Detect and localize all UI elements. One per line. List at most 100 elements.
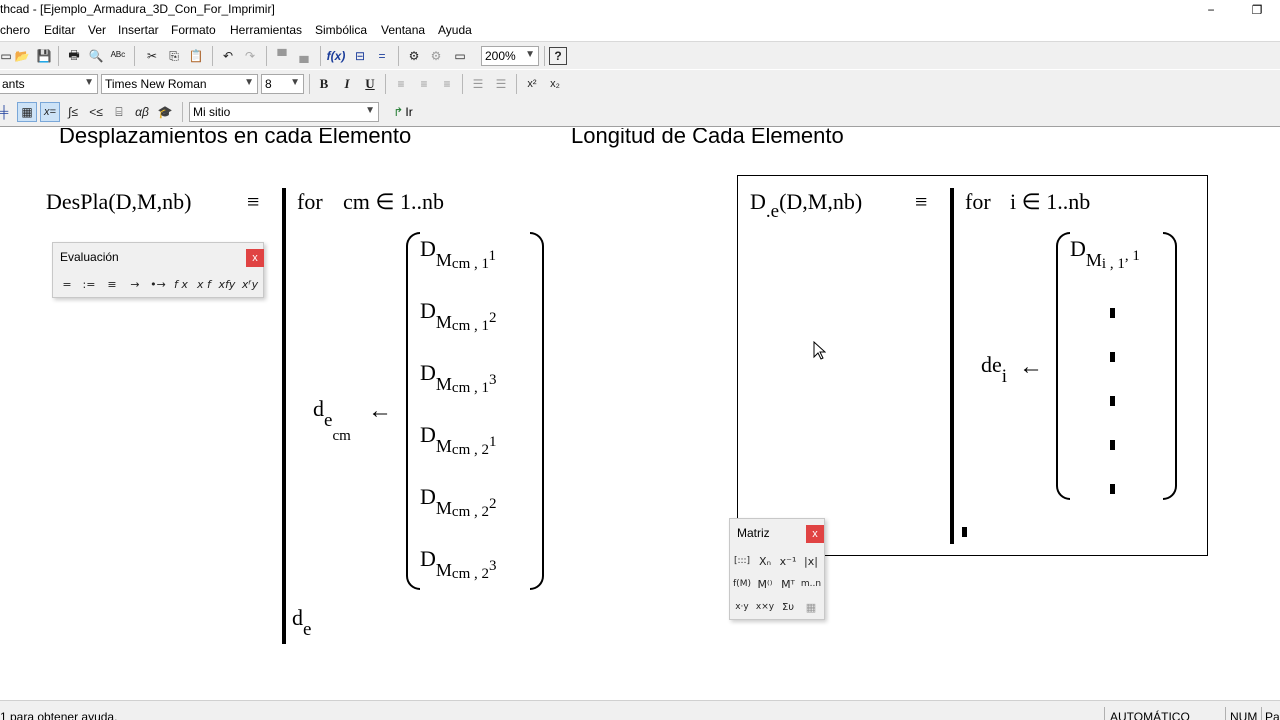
italic-button[interactable]: I [337,74,357,94]
toolbar-separator [516,74,517,94]
component-wizard-icon[interactable]: ⚙ [426,46,446,66]
matrix-vector-sum-button[interactable]: Συ [778,598,798,616]
matrix-right-paren [1163,232,1177,500]
formatting-toolbar: ants ▼ Times New Roman ▼ 8 ▼ B I U ≡ ≡ ≡… [0,70,1280,98]
go-button[interactable]: ↱ Ir [388,102,418,122]
evaluation-palette-title: Evaluación [60,250,119,264]
menu-formato[interactable]: Formato [171,23,216,37]
align-right-icon[interactable]: ≡ [437,74,457,94]
chevron-down-icon: ▼ [365,105,375,116]
matrix-placeholder[interactable] [1110,352,1115,362]
open-folder-icon[interactable]: 📂 [12,46,32,66]
underline-button[interactable]: U [360,74,380,94]
superscript-button[interactable]: x² [522,74,542,94]
maximize-button[interactable]: ❐ [1234,0,1280,20]
eval-symbolic-button[interactable]: → [125,275,145,293]
symbolic-palette-icon[interactable]: 🎓 [155,102,175,122]
numbered-list-icon[interactable]: ☰ [491,74,511,94]
eval-global-define-button[interactable]: ≡ [102,275,122,293]
eval-prefix-button[interactable]: f x [171,275,191,293]
menu-ventana[interactable]: Ventana [381,23,425,37]
matrix-placeholder[interactable] [1110,484,1115,494]
copy-icon[interactable]: ⎘ [164,46,184,66]
status-mode: AUTOMÁTICO [1110,710,1190,720]
longitud-definition-frame[interactable] [737,175,1208,556]
align-down-icon[interactable]: ▗▖ [294,46,314,66]
calculate-icon[interactable]: = [372,46,392,66]
eval-treefix-button[interactable]: xᶠy [240,275,260,293]
print-icon[interactable]: 🖶 [64,46,84,66]
minimize-button[interactable]: − [1188,0,1234,20]
bullet-list-icon[interactable]: ☰ [468,74,488,94]
matrix-placeholder[interactable] [1110,440,1115,450]
menu-archivo[interactable]: chero [0,23,30,37]
greek-palette-icon[interactable]: αβ [132,102,152,122]
subscript-button[interactable]: x₂ [545,74,565,94]
menu-simbolica[interactable]: Simbólica [315,23,367,37]
matrix-placeholder[interactable] [1110,308,1115,318]
align-center-icon[interactable]: ≡ [414,74,434,94]
resource-select[interactable]: Mi sitio ▼ [189,102,379,122]
menu-herramientas[interactable]: Herramientas [230,23,302,37]
program-placeholder[interactable] [962,527,967,537]
close-evaluation-palette-button[interactable]: x [246,249,264,267]
eval-postfix-button[interactable]: x f [194,275,214,293]
function-name-longitud: D.e(D,M,nb) [750,189,862,222]
insert-function-icon[interactable]: f(x) [326,46,346,66]
eval-infix-button[interactable]: xfy [217,275,237,293]
close-matrix-palette-button[interactable]: x [806,525,824,543]
programming-palette-icon[interactable]: ⌸ [109,102,129,122]
boolean-palette-icon[interactable]: <≤ [86,102,106,122]
matrix-determinant-button[interactable]: |x| [801,552,821,570]
matrix-placeholder[interactable] [1110,396,1115,406]
insert-hyperlink-icon[interactable]: ⚙ [404,46,424,66]
paste-icon[interactable]: 📋 [186,46,206,66]
style-select[interactable]: ants ▼ [0,74,98,94]
cut-icon[interactable]: ✂ [142,46,162,66]
menu-editar[interactable]: Editar [44,23,75,37]
font-select[interactable]: Times New Roman ▼ [101,74,258,94]
menu-insertar[interactable]: Insertar [118,23,159,37]
evaluation-palette-icon[interactable]: x= [40,102,60,122]
bold-button[interactable]: B [314,74,334,94]
evaluation-palette[interactable]: Evaluación x = := ≡ → •→ f x x f xfy xᶠy [52,242,264,298]
eval-keyword-symbolic-button[interactable]: •→ [148,275,168,293]
align-left-icon[interactable]: ≡ [391,74,411,94]
matrix-transpose-button[interactable]: Mᵀ [778,575,798,593]
align-across-icon[interactable]: ▝▘ [272,46,292,66]
toolbar-separator [320,46,321,66]
matrix-subscript-button[interactable]: Xₙ [755,552,775,570]
window-title: thcad - [Ejemplo_Armadura_3D_Con_For_Imp… [0,2,275,16]
toolbar-separator [266,46,267,66]
matrix-palette-icon[interactable]: ▦ [17,102,37,122]
worksheet[interactable]: Desplazamientos en cada Elemento Longitu… [0,128,1280,688]
eval-equals-button[interactable]: = [57,275,77,293]
matrix-picture-button[interactable]: ▦ [801,598,821,616]
toolbar-separator [385,74,386,94]
save-icon[interactable]: 💾 [34,46,54,66]
matrix-insert-button[interactable]: [:::] [732,552,752,570]
insert-unit-icon[interactable]: ⊟ [350,46,370,66]
print-preview-icon[interactable]: 🔍 [86,46,106,66]
matrix-vectorize-button[interactable]: f(M) [732,575,752,593]
calculus-palette-icon[interactable]: ∫≤ [63,102,83,122]
font-size-select[interactable]: 8 ▼ [261,74,304,94]
matrix-dot-product-button[interactable]: x·y [732,598,752,616]
menu-ver[interactable]: Ver [88,23,106,37]
help-button[interactable]: ? [549,47,567,65]
return-var: d [292,605,303,630]
matrix-inverse-button[interactable]: x⁻¹ [778,552,798,570]
matrix-cross-product-button[interactable]: x×y [755,598,775,616]
eval-assign-button[interactable]: := [79,275,99,293]
zoom-select[interactable]: 200% ▼ [481,46,539,66]
menu-ayuda[interactable]: Ayuda [438,23,472,37]
calculator-icon[interactable]: ╪ [0,102,14,122]
spell-check-icon[interactable]: ᴬᴮᶜ [108,46,128,66]
program-bar [282,188,286,644]
resource-center-icon[interactable]: ▭ [450,46,470,66]
matrix-palette[interactable]: Matriz x [:::] Xₙ x⁻¹ |x| f(M) M⁽⁾ Mᵀ m.… [729,518,825,620]
redo-icon[interactable]: ↷ [240,46,260,66]
undo-icon[interactable]: ↶ [218,46,238,66]
matrix-column-button[interactable]: M⁽⁾ [755,575,775,593]
matrix-range-button[interactable]: m..n [801,575,821,593]
